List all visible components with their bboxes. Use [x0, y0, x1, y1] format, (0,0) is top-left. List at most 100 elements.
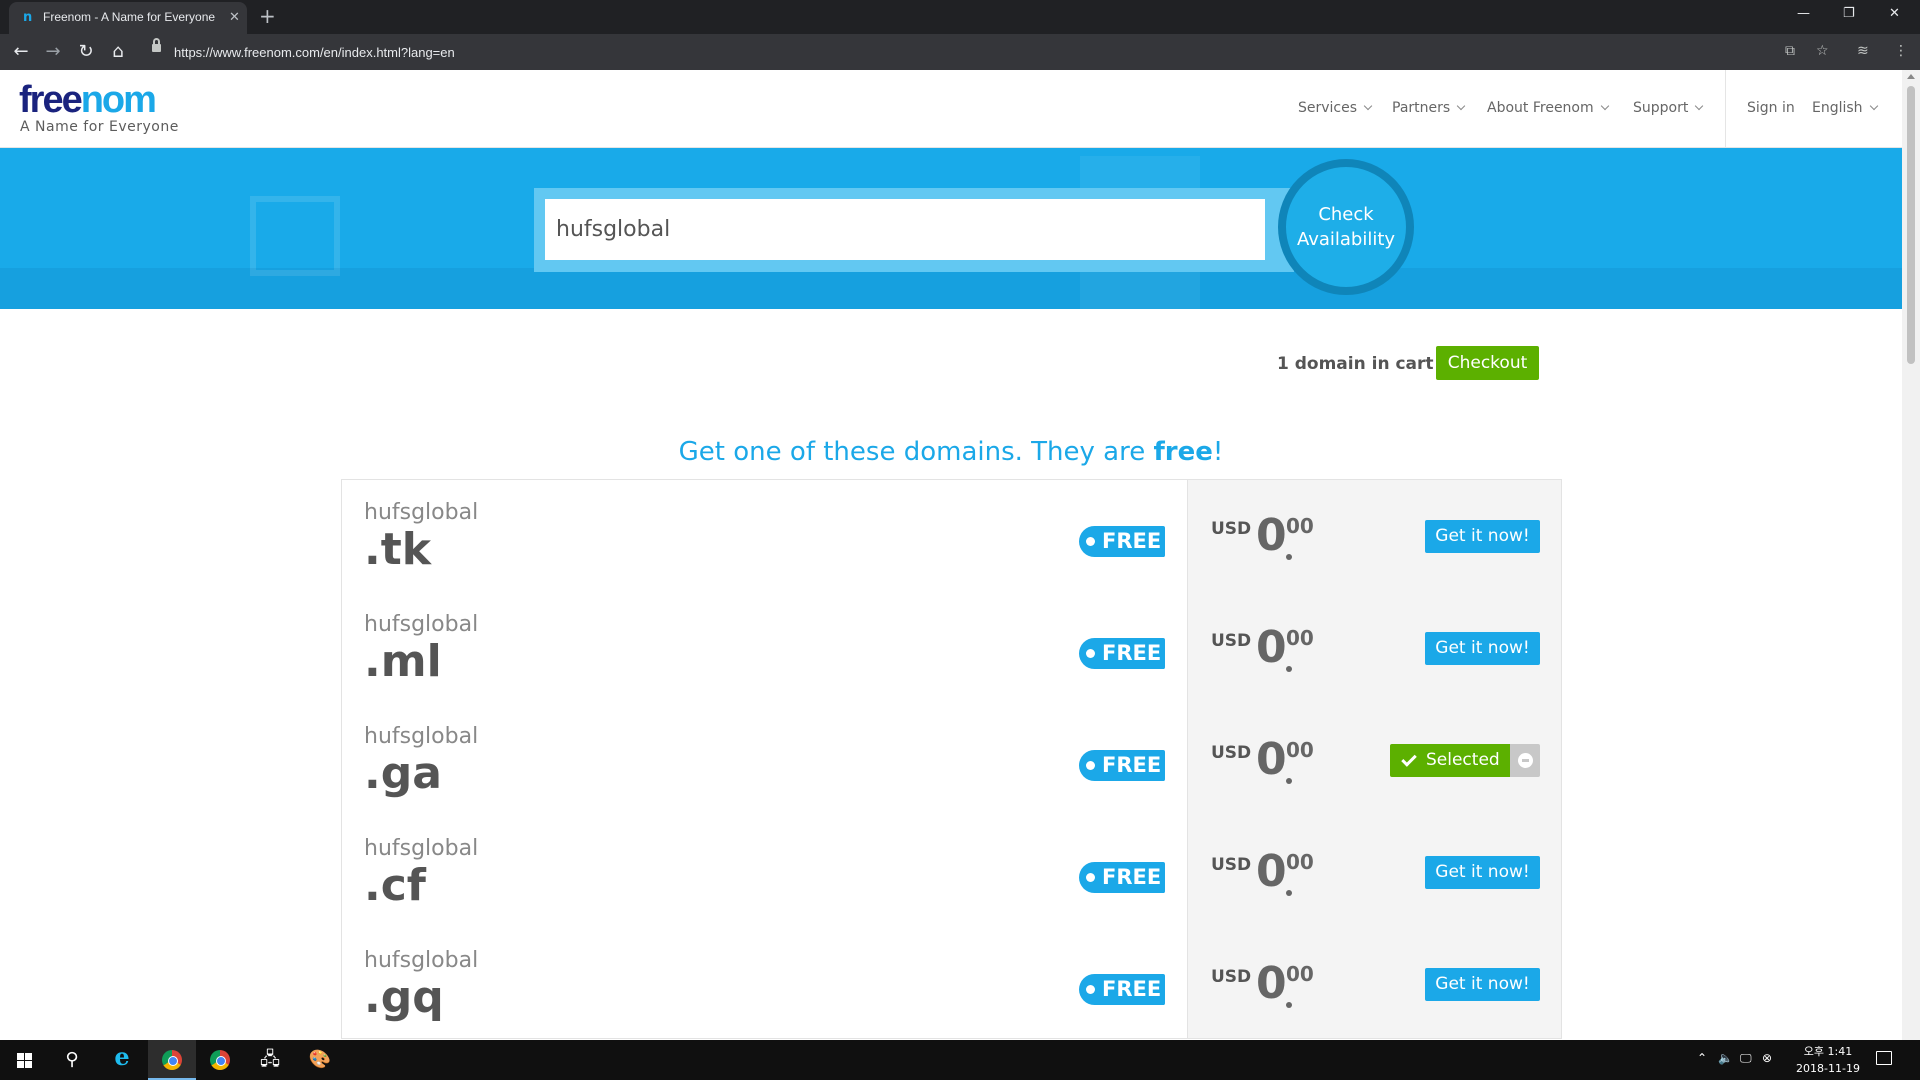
free-domain-list: hufsglobal .tk FREE USD 0 00 Get it now!…: [341, 479, 1562, 1039]
domain-row: hufsglobal .tk FREE USD 0 00 Get it now!: [342, 480, 1561, 592]
scroll-up-arrow-icon[interactable]: [1907, 74, 1915, 79]
extension-icon[interactable]: ≋: [1857, 43, 1869, 59]
translate-icon[interactable]: ⧉: [1785, 43, 1795, 59]
site-header: freenom A Name for Everyone Services Par…: [0, 70, 1902, 148]
domain-name: hufsglobal: [364, 612, 479, 637]
price-decimal-point: [1286, 778, 1292, 784]
domain-search-box: [534, 188, 1294, 272]
domain-row: hufsglobal .ml FREE USD 0 00 Get it now!: [342, 592, 1561, 704]
tray-chevron-up-icon[interactable]: ⌃: [1697, 1051, 1707, 1065]
bullet-icon: [1086, 985, 1095, 994]
nav-partners[interactable]: Partners: [1392, 100, 1466, 116]
tab-close-icon[interactable]: ✕: [229, 10, 240, 25]
page-scrollbar[interactable]: [1902, 70, 1920, 1040]
ime-icon[interactable]: ⊗: [1762, 1051, 1772, 1065]
chevron-down-icon: [1695, 101, 1704, 111]
price-decimal-point: [1286, 1002, 1292, 1008]
price-integer: 0: [1256, 958, 1287, 1009]
selected-button[interactable]: Selected: [1390, 744, 1510, 777]
chevron-down-icon: [1869, 101, 1878, 111]
freenom-favicon-icon: n: [23, 10, 33, 25]
price-currency: USD: [1211, 631, 1252, 651]
browser-tab[interactable]: n Freenom - A Name for Everyone ✕: [9, 2, 247, 34]
remove-from-cart-button[interactable]: [1510, 744, 1540, 777]
search-icon[interactable]: ⚲: [48, 1040, 96, 1080]
chrome-icon[interactable]: [196, 1040, 244, 1080]
chevron-down-icon: [1363, 101, 1373, 111]
get-it-now-button[interactable]: Get it now!: [1425, 968, 1540, 1001]
freenom-logo[interactable]: freenom: [19, 80, 157, 120]
domain-row: hufsglobal .ga FREE USD 0 00 Selected: [342, 704, 1561, 816]
minimize-icon[interactable]: —: [1797, 6, 1810, 21]
browser-tabstrip: n Freenom - A Name for Everyone ✕ + — ❐ …: [0, 0, 1920, 34]
windows-logo-icon: [17, 1053, 32, 1068]
menu-dots-icon[interactable]: ⋮: [1894, 43, 1908, 59]
chevron-down-icon: [1456, 101, 1466, 111]
bookmark-star-icon[interactable]: ☆: [1816, 43, 1829, 59]
bullet-icon: [1086, 761, 1095, 770]
price-decimal: 00: [1286, 514, 1314, 538]
chrome-icon[interactable]: [148, 1040, 196, 1080]
volume-icon[interactable]: 🔈: [1718, 1051, 1733, 1065]
price-integer: 0: [1256, 734, 1287, 785]
domain-tld: .cf: [364, 860, 426, 911]
price-decimal: 00: [1286, 962, 1314, 986]
free-badge: FREE: [1079, 750, 1165, 781]
restore-icon[interactable]: ❐: [1843, 6, 1855, 21]
address-bar[interactable]: https://www.freenom.com/en/index.html?la…: [152, 41, 1782, 65]
get-it-now-button[interactable]: Get it now!: [1425, 856, 1540, 889]
tab-title: Freenom - A Name for Everyone: [43, 10, 216, 24]
network-app-icon[interactable]: 🖧: [246, 1040, 294, 1080]
domain-search-input[interactable]: [545, 199, 1265, 260]
domain-tld: .tk: [364, 524, 432, 575]
get-it-now-button[interactable]: Get it now!: [1425, 632, 1540, 665]
price-decimal-point: [1286, 666, 1292, 672]
scrollbar-thumb[interactable]: [1907, 86, 1915, 364]
back-arrow-icon[interactable]: ←: [10, 41, 32, 63]
price-decimal-point: [1286, 890, 1292, 896]
nav-signin[interactable]: Sign in: [1747, 100, 1795, 116]
network-icon[interactable]: 🖵: [1740, 1051, 1752, 1066]
nav-services[interactable]: Services: [1298, 100, 1373, 116]
price-integer: 0: [1256, 622, 1287, 673]
chevron-down-icon: [1600, 101, 1609, 111]
price-integer: 0: [1256, 510, 1287, 561]
price-currency: USD: [1211, 967, 1252, 987]
checkmark-icon: [1401, 751, 1417, 767]
check-availability-button[interactable]: Check Availability: [1278, 159, 1414, 295]
price-currency: USD: [1211, 855, 1252, 875]
notification-icon[interactable]: [1876, 1051, 1892, 1065]
domain-row: hufsglobal .cf FREE USD 0 00 Get it now!: [342, 816, 1561, 928]
free-badge: FREE: [1079, 526, 1165, 557]
cart-count: 1 domain in cart: [1277, 354, 1434, 374]
new-tab-icon[interactable]: +: [259, 4, 276, 28]
domain-tld: .ga: [364, 748, 442, 799]
paint-app-icon[interactable]: 🎨: [296, 1040, 344, 1080]
selected-control: Selected: [1390, 744, 1540, 777]
windows-taskbar: ⚲ e 🖧 🎨 ⌃ 🔈 🖵 ⊗ 오후 1:41 2018-11-19: [0, 1040, 1920, 1080]
get-it-now-button[interactable]: Get it now!: [1425, 520, 1540, 553]
bullet-icon: [1086, 873, 1095, 882]
domain-row: hufsglobal .gq FREE USD 0 00 Get it now!: [342, 928, 1561, 1038]
domain-tld: .gq: [364, 972, 444, 1023]
bullet-icon: [1086, 537, 1095, 546]
free-domains-heading: Get one of these domains. They are free!: [678, 437, 1224, 467]
price-currency: USD: [1211, 519, 1252, 539]
logo-tagline: A Name for Everyone: [20, 119, 179, 135]
nav-about[interactable]: About Freenom: [1487, 100, 1609, 116]
minus-circle-icon: [1518, 753, 1533, 768]
nav-language[interactable]: English: [1812, 100, 1878, 116]
internet-explorer-icon[interactable]: e: [98, 1040, 146, 1080]
home-icon[interactable]: ⌂: [107, 41, 129, 63]
forward-arrow-icon[interactable]: →: [42, 41, 64, 63]
nav-divider: [1725, 70, 1726, 148]
taskbar-clock[interactable]: 오후 1:41 2018-11-19: [1788, 1043, 1868, 1077]
hero-background-shape: [0, 268, 1902, 309]
reload-icon[interactable]: ↻: [75, 41, 97, 63]
window-close-icon[interactable]: ✕: [1889, 6, 1900, 21]
nav-support[interactable]: Support: [1633, 100, 1704, 116]
free-badge: FREE: [1079, 974, 1165, 1005]
checkout-button[interactable]: Checkout: [1436, 346, 1539, 380]
domain-name: hufsglobal: [364, 836, 479, 861]
start-button[interactable]: [0, 1040, 48, 1080]
